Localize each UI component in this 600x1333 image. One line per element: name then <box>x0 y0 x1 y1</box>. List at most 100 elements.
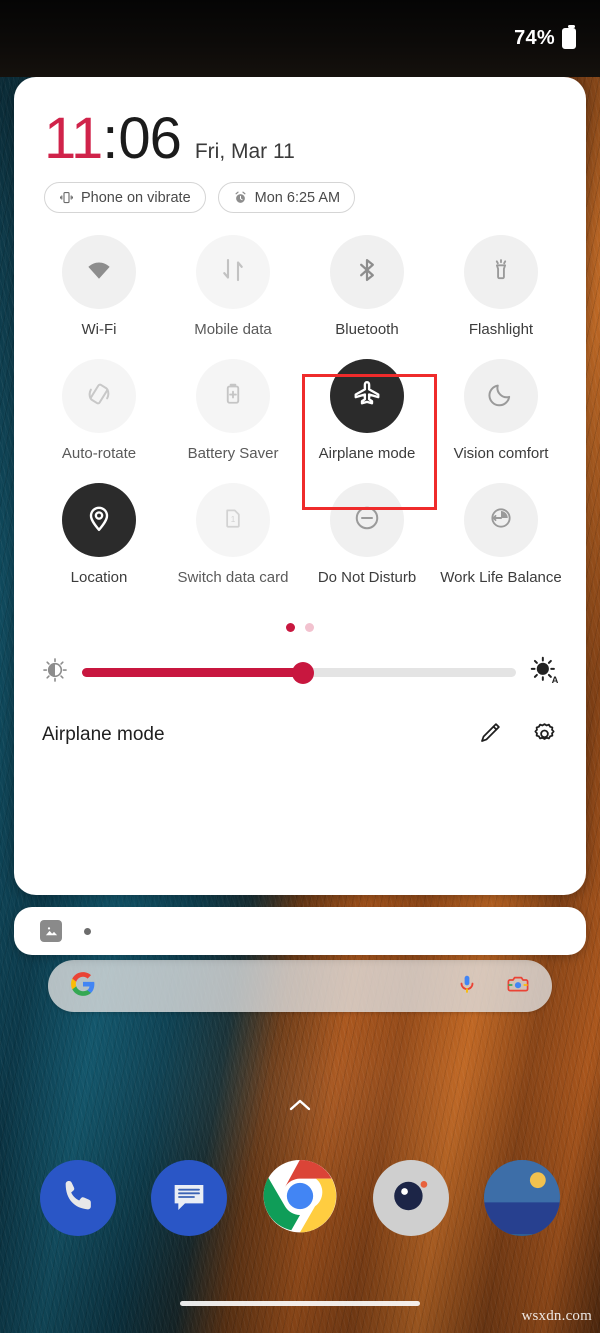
google-g-icon <box>70 971 96 1002</box>
tile-label: Do Not Disturb <box>317 569 417 586</box>
work-life-balance-icon <box>488 505 514 536</box>
chevron-up-icon[interactable] <box>289 1098 311 1112</box>
dock-app-camera[interactable] <box>373 1160 450 1236</box>
tile-work-life-balance[interactable]: Work Life Balance <box>434 483 568 586</box>
tile-location[interactable]: Location <box>32 483 166 586</box>
chip-alarm[interactable]: Mon 6:25 AM <box>217 182 356 213</box>
slider-fill <box>82 668 304 677</box>
tile-label: Bluetooth <box>335 321 399 338</box>
gear-icon[interactable] <box>531 719 558 751</box>
tile-auto-rotate[interactable]: Auto-rotate <box>32 359 166 462</box>
flashlight-icon <box>487 256 515 289</box>
tile-battery-saver[interactable]: Battery Saver <box>166 359 300 462</box>
tile-vision-comfort[interactable]: Vision comfort <box>434 359 568 462</box>
chip-label: Mon 6:25 AM <box>254 189 341 206</box>
wifi-icon <box>84 255 114 290</box>
airplane-icon <box>352 379 382 414</box>
dock-app-phone[interactable] <box>39 1160 116 1236</box>
clock-separator: : <box>102 106 119 171</box>
quick-settings-tile-grid: Wi-Fi Mobile data Bluetooth Flashlight A… <box>14 213 586 586</box>
tile-circle <box>196 359 270 433</box>
tile-circle <box>330 483 404 557</box>
tile-circle <box>464 359 538 433</box>
brightness-low-icon <box>42 657 68 688</box>
phone-icon <box>58 1176 98 1221</box>
clock-hours: 11 <box>44 106 103 171</box>
tile-circle <box>464 483 538 557</box>
chip-phone-on-vibrate[interactable]: Phone on vibrate <box>44 182 206 213</box>
tile-airplane-mode[interactable]: Airplane mode <box>300 359 434 462</box>
auto-rotate-icon <box>84 379 114 414</box>
tile-circle <box>196 235 270 309</box>
pencil-icon[interactable] <box>477 720 503 751</box>
dock-app-messages[interactable] <box>150 1160 227 1236</box>
tile-do-not-disturb[interactable]: Do Not Disturb <box>300 483 434 586</box>
chrome-icon <box>262 1160 338 1236</box>
tile-flashlight[interactable]: Flashlight <box>434 235 568 338</box>
tile-label: Auto-rotate <box>61 445 137 462</box>
clock-row: 11 : 06 Fri, Mar 11 <box>14 77 586 168</box>
sim-card-icon: 1 <box>219 504 247 537</box>
battery-full-icon <box>562 25 576 49</box>
footer-icons <box>477 719 558 751</box>
quick-settings-panel: 11 : 06 Fri, Mar 11 Phone on vibrate Mon… <box>14 77 586 895</box>
footer-title: Airplane mode <box>42 724 165 745</box>
tile-wifi[interactable]: Wi-Fi <box>32 235 166 338</box>
gallery-icon <box>484 1160 561 1236</box>
page-dot-1[interactable] <box>286 623 295 632</box>
brightness-slider[interactable] <box>82 661 516 684</box>
tile-label: Battery Saver <box>187 445 279 462</box>
tile-label: Work Life Balance <box>440 569 562 586</box>
brightness-auto-icon[interactable]: A <box>530 656 559 689</box>
tile-label: Switch data card <box>177 569 289 586</box>
mobile-data-icon <box>218 255 248 290</box>
status-chips: Phone on vibrate Mon 6:25 AM <box>14 168 586 213</box>
dock-app-gallery[interactable] <box>484 1160 561 1236</box>
chip-label: Phone on vibrate <box>81 189 191 206</box>
slider-thumb[interactable] <box>292 661 315 684</box>
svg-text:1: 1 <box>231 515 236 524</box>
status-bar: 74% <box>0 0 600 77</box>
messages-icon <box>169 1176 209 1221</box>
svg-text:A: A <box>552 675 558 684</box>
tile-label: Flashlight <box>468 321 534 338</box>
phone-screen: 74% 11 : 06 Fri, Mar 11 Phone on vibrate <box>0 0 600 1333</box>
tile-circle <box>330 235 404 309</box>
notification-badge-dot <box>84 927 91 935</box>
camera-icon <box>380 1165 442 1232</box>
vibrate-icon <box>59 190 74 205</box>
watermark: wsxdn.com <box>521 1308 592 1324</box>
tile-bluetooth[interactable]: Bluetooth <box>300 235 434 338</box>
search-actions <box>456 972 530 1001</box>
battery-saver-icon <box>219 380 247 413</box>
tile-circle <box>62 483 136 557</box>
clock-date: Fri, Mar 11 <box>194 140 295 163</box>
tile-label: Airplane mode <box>318 445 416 462</box>
google-lens-icon[interactable] <box>506 972 530 1001</box>
clock-minutes: 06 <box>118 106 182 171</box>
tile-mobile-data[interactable]: Mobile data <box>166 235 300 338</box>
page-dot-2[interactable] <box>305 623 314 632</box>
tile-label: Mobile data <box>194 321 272 338</box>
page-indicator-dots[interactable] <box>14 623 586 632</box>
battery-percent-label: 74% <box>514 27 555 49</box>
tile-circle <box>330 359 404 433</box>
tile-label: Location <box>70 569 128 586</box>
quick-settings-footer: Airplane mode <box>14 689 586 751</box>
do-not-disturb-icon <box>352 503 382 538</box>
dock-app-chrome[interactable] <box>262 1160 338 1236</box>
microphone-icon[interactable] <box>456 973 478 1000</box>
tile-circle <box>62 359 136 433</box>
brightness-slider-row: A <box>14 632 586 689</box>
tile-switch-data-card[interactable]: 1 Switch data card <box>166 483 300 586</box>
tile-circle <box>464 235 538 309</box>
gesture-nav-pill[interactable] <box>180 1301 420 1306</box>
google-search-bar[interactable] <box>48 960 552 1012</box>
tile-label: Vision comfort <box>453 445 549 462</box>
location-pin-icon <box>84 503 114 538</box>
dock <box>0 1160 600 1236</box>
bluetooth-icon <box>353 256 381 289</box>
moon-icon <box>487 380 515 413</box>
notification-card[interactable] <box>14 907 586 955</box>
tile-label: Wi-Fi <box>81 321 117 338</box>
